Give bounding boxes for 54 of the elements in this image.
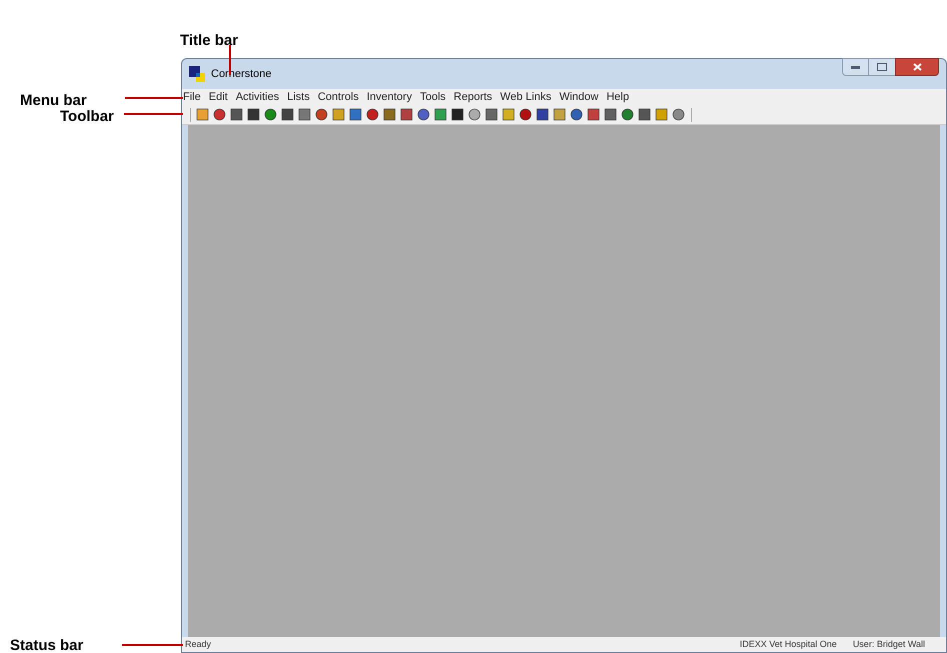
- toolbar-icon[interactable]: [604, 108, 617, 121]
- toolbar-icon[interactable]: [366, 108, 379, 121]
- close-button[interactable]: [895, 58, 939, 76]
- leader-line: [124, 113, 183, 115]
- toolbar-icon[interactable]: [315, 108, 328, 121]
- toolbar-icon[interactable]: [519, 108, 532, 121]
- toolbar-icon[interactable]: [298, 108, 311, 121]
- toolbar-icon[interactable]: [638, 108, 651, 121]
- toolbar-icon[interactable]: [587, 108, 600, 121]
- close-icon: [912, 63, 922, 71]
- toolbar-icon[interactable]: [417, 108, 430, 121]
- menu-item[interactable]: Help: [606, 88, 630, 106]
- toolbar-icon[interactable]: [468, 108, 481, 121]
- menu-item[interactable]: Web Links: [500, 88, 552, 106]
- menu-item[interactable]: Reports: [454, 88, 492, 106]
- toolbar-icon[interactable]: [485, 108, 498, 121]
- window-title: Cornerstone: [211, 66, 272, 82]
- menu-item[interactable]: Window: [559, 88, 598, 106]
- toolbar-icon[interactable]: [281, 108, 294, 121]
- toolbar-icon[interactable]: [621, 108, 634, 121]
- callout-label: Status bar: [10, 636, 84, 653]
- toolbar-icon[interactable]: [570, 108, 583, 121]
- minimize-button[interactable]: [842, 58, 869, 76]
- status-user: User: Bridget Wall: [852, 638, 925, 651]
- toolbar-icon[interactable]: [451, 108, 464, 121]
- menu-item[interactable]: File: [183, 88, 201, 106]
- toolbar-icon[interactable]: [434, 108, 447, 121]
- toolbar-icon[interactable]: [264, 108, 277, 121]
- menu-item[interactable]: Edit: [208, 88, 228, 106]
- toolbar-icon[interactable]: [247, 108, 260, 121]
- status-message: Ready: [185, 638, 212, 651]
- toolbar-icon[interactable]: [230, 108, 243, 121]
- app-logo-icon: [189, 66, 205, 82]
- toolbar-icon[interactable]: [400, 108, 413, 121]
- minimize-icon: [851, 66, 860, 68]
- leader-line: [229, 45, 231, 75]
- leader-line: [125, 97, 183, 99]
- callout-label: Title bar: [180, 31, 238, 51]
- menu-item[interactable]: Lists: [287, 88, 310, 106]
- toolbar-icon[interactable]: [213, 108, 226, 121]
- toolbar-icon[interactable]: [672, 108, 685, 121]
- leader-line: [122, 644, 183, 646]
- toolbar-icon[interactable]: [349, 108, 362, 121]
- maximize-button[interactable]: [869, 58, 895, 76]
- toolbar-icon[interactable]: [383, 108, 396, 121]
- menu-item[interactable]: Inventory: [366, 88, 412, 106]
- toolbar-icon[interactable]: [536, 108, 549, 121]
- callout-label: Menu bar: [20, 91, 87, 110]
- maximize-icon: [877, 63, 887, 71]
- callout-label: Toolbar: [60, 107, 114, 127]
- status-hospital: IDEXX Vet Hospital One: [740, 638, 837, 651]
- menu-item[interactable]: Tools: [420, 88, 446, 106]
- menu-item[interactable]: Activities: [236, 88, 280, 106]
- menu-item[interactable]: Controls: [318, 88, 359, 106]
